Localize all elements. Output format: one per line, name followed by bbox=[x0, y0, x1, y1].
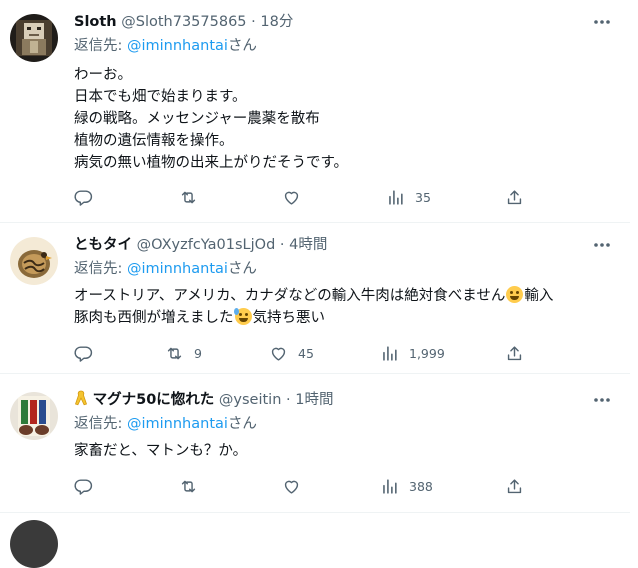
timestamp[interactable]: 1時間 bbox=[295, 392, 333, 408]
yellow-ribbon-icon bbox=[74, 390, 88, 406]
tweet-text-segment: 輸入 bbox=[524, 288, 554, 304]
views-count: 35 bbox=[415, 189, 431, 205]
share-icon bbox=[505, 188, 524, 207]
reply-icon bbox=[74, 477, 93, 496]
reply-prefix: 返信先: bbox=[74, 38, 127, 54]
heart-icon bbox=[269, 344, 288, 363]
user-handle[interactable]: @OXyzfcYa01sLjOd bbox=[137, 237, 276, 253]
views-count: 1,999 bbox=[409, 345, 445, 361]
separator-dot: · bbox=[279, 237, 285, 253]
like-button[interactable]: 45 bbox=[269, 343, 314, 363]
retweet-button[interactable] bbox=[179, 476, 198, 496]
action-bar: 388 bbox=[74, 476, 524, 496]
views-button[interactable]: 388 bbox=[380, 476, 433, 496]
tweet-text: オーストリア、アメリカ、カナダなどの輸入牛肉は絶対食べません 輸入 豚肉も西側が増… bbox=[74, 285, 622, 329]
tweet-line: 病気の無い植物の出来上がりだそうです。 bbox=[74, 155, 349, 171]
share-button[interactable] bbox=[505, 187, 524, 207]
like-button[interactable] bbox=[282, 476, 301, 496]
grinning-face-emoji bbox=[506, 286, 524, 303]
more-horizontal-icon[interactable] bbox=[592, 14, 612, 30]
analytics-icon bbox=[386, 188, 405, 207]
reply-prefix: 返信先: bbox=[74, 416, 127, 432]
timestamp[interactable]: 4時間 bbox=[289, 237, 327, 253]
tweet-divider bbox=[0, 222, 630, 223]
separator-dot: · bbox=[286, 392, 291, 408]
like-count: 45 bbox=[298, 345, 314, 361]
reply-icon bbox=[74, 344, 93, 363]
share-icon bbox=[505, 477, 524, 496]
tweet-line: オーストリア、アメリカ、カナダなどの輸入牛肉は絶対食べません 輸入 bbox=[74, 285, 622, 307]
tweet-sloth[interactable]: Sloth @Sloth73575865 · 18分 返信先: @iminnha… bbox=[0, 12, 630, 217]
reply-suffix: さん bbox=[227, 261, 257, 277]
heart-icon bbox=[282, 188, 301, 207]
tweet-line: 家畜だと、マトンも？か。 bbox=[74, 443, 248, 459]
display-name[interactable]: Sloth bbox=[74, 14, 117, 30]
avatar[interactable] bbox=[10, 392, 58, 440]
retweet-icon bbox=[165, 344, 184, 363]
retweet-count: 9 bbox=[194, 345, 202, 361]
reply-feed: Sloth @Sloth73575865 · 18分 返信先: @iminnha… bbox=[0, 0, 638, 568]
reply-suffix: さん bbox=[227, 38, 257, 54]
user-handle[interactable]: @yseitin bbox=[219, 392, 282, 408]
more-horizontal-icon[interactable] bbox=[592, 392, 612, 408]
tweet-line: 日本でも畑で始まります。 bbox=[74, 89, 247, 105]
tweet-tomotai[interactable]: ともタイ @OXyzfcYa01sLjOd · 4時間 返信先: @iminnh… bbox=[0, 235, 630, 365]
like-button[interactable] bbox=[282, 187, 301, 207]
tweet-text: 家畜だと、マトンも？か。 bbox=[74, 440, 622, 462]
tweet-text-segment: 気持ち悪い bbox=[252, 310, 326, 326]
retweet-button[interactable]: 9 bbox=[165, 343, 202, 363]
reply-context: 返信先: @iminnhantaiさん bbox=[74, 414, 257, 434]
tweet-divider bbox=[0, 373, 630, 374]
more-horizontal-icon[interactable] bbox=[592, 237, 612, 253]
tweet-line: 緑の戦略。メッセンジャー農薬を散布 bbox=[74, 111, 320, 127]
reply-icon bbox=[74, 188, 93, 207]
retweet-button[interactable] bbox=[179, 187, 198, 207]
tweet-text: わーお。 日本でも畑で始まります。 緑の戦略。メッセンジャー農薬を散布 植物の遺… bbox=[74, 64, 622, 174]
retweet-icon bbox=[179, 188, 198, 207]
share-button[interactable] bbox=[505, 476, 524, 496]
tweet-line: わーお。 bbox=[74, 67, 132, 83]
tweet-text-segment: 豚肉も西側が増えました bbox=[74, 310, 234, 326]
analytics-icon bbox=[380, 344, 399, 363]
avatar[interactable] bbox=[10, 14, 58, 62]
display-name[interactable]: マグナ50に惚れた bbox=[93, 392, 215, 408]
tweet-divider bbox=[0, 512, 630, 513]
analytics-icon bbox=[380, 477, 399, 496]
retweet-icon bbox=[179, 477, 198, 496]
reply-context: 返信先: @iminnhantaiさん bbox=[74, 36, 257, 56]
views-button[interactable]: 35 bbox=[386, 187, 431, 207]
views-count: 388 bbox=[409, 478, 433, 494]
avatar[interactable] bbox=[10, 520, 58, 568]
tweet-header: Sloth @Sloth73575865 · 18分 bbox=[74, 12, 590, 32]
user-handle[interactable]: @Sloth73575865 bbox=[121, 14, 246, 30]
tweet-header: マグナ50に惚れた @yseitin · 1時間 bbox=[74, 390, 590, 410]
tweet-text-segment: オーストリア、アメリカ、カナダなどの輸入牛肉は絶対食べません bbox=[74, 288, 506, 304]
timestamp[interactable]: 18分 bbox=[260, 14, 293, 30]
action-bar: 9 45 1,999 bbox=[74, 343, 524, 363]
views-button[interactable]: 1,999 bbox=[380, 343, 445, 363]
reply-button[interactable] bbox=[74, 476, 93, 496]
share-icon bbox=[505, 344, 524, 363]
reply-suffix: さん bbox=[227, 416, 257, 432]
action-bar: 35 bbox=[74, 187, 524, 207]
tweet-line: 植物の遺伝情報を操作。 bbox=[74, 133, 234, 149]
tweet-line: 豚肉も西側が増えました 気持ち悪い bbox=[74, 307, 622, 329]
avatar[interactable] bbox=[10, 237, 58, 285]
grinning-sweat-emoji bbox=[233, 308, 252, 325]
heart-icon bbox=[282, 477, 301, 496]
display-name[interactable]: ともタイ bbox=[74, 237, 132, 253]
tweet-magna[interactable]: マグナ50に惚れた @yseitin · 1時間 返信先: @iminnhant… bbox=[0, 390, 630, 510]
reply-button[interactable] bbox=[74, 343, 93, 363]
reply-button[interactable] bbox=[74, 187, 93, 207]
tweet-header: ともタイ @OXyzfcYa01sLjOd · 4時間 bbox=[74, 235, 590, 255]
mention-link[interactable]: @iminnhantai bbox=[127, 38, 228, 54]
reply-context: 返信先: @iminnhantaiさん bbox=[74, 259, 257, 279]
mention-link[interactable]: @iminnhantai bbox=[127, 261, 228, 277]
separator-dot: · bbox=[251, 14, 256, 30]
mention-link[interactable]: @iminnhantai bbox=[127, 416, 228, 432]
share-button[interactable] bbox=[505, 343, 524, 363]
reply-prefix: 返信先: bbox=[74, 261, 127, 277]
